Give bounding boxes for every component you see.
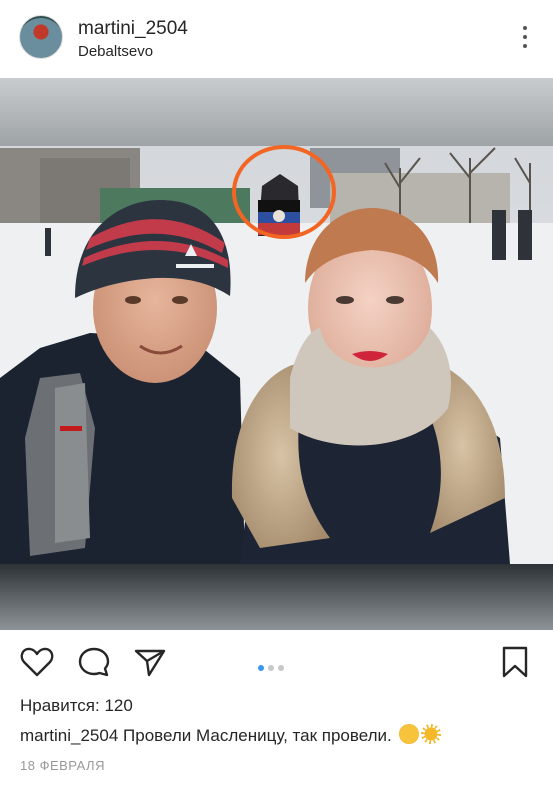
carousel-dot-active	[258, 665, 264, 671]
share-icon[interactable]	[133, 645, 167, 679]
avatar[interactable]	[19, 15, 63, 59]
carousel-dot	[278, 665, 284, 671]
carousel-dot	[268, 665, 274, 671]
carousel-indicator	[258, 658, 288, 671]
sun-emoji-icon	[420, 724, 441, 744]
comment-icon[interactable]	[77, 645, 111, 679]
caption-text: Провели Масленицу, так провели.	[123, 726, 392, 745]
post-header: martini_2504 Debaltsevo	[0, 0, 553, 78]
heart-icon[interactable]	[20, 645, 54, 679]
bookmark-icon[interactable]	[498, 645, 532, 679]
post-caption: martini_2504 Провели Масленицу, так пров…	[20, 724, 441, 746]
caption-username[interactable]: martini_2504	[20, 726, 118, 745]
blur-band-top	[0, 78, 553, 146]
post-date: 18 ФЕВРАЛЯ	[20, 758, 105, 773]
post-username[interactable]: martini_2504	[78, 18, 188, 40]
blur-band-bottom	[0, 564, 553, 630]
wink-emoji-icon	[398, 724, 419, 744]
likes-count[interactable]: Нравится: 120	[20, 696, 133, 716]
post-photo[interactable]	[0, 78, 553, 630]
post-actions	[0, 630, 553, 690]
more-options-icon[interactable]	[521, 26, 529, 52]
post-location[interactable]: Debaltsevo	[78, 43, 153, 60]
